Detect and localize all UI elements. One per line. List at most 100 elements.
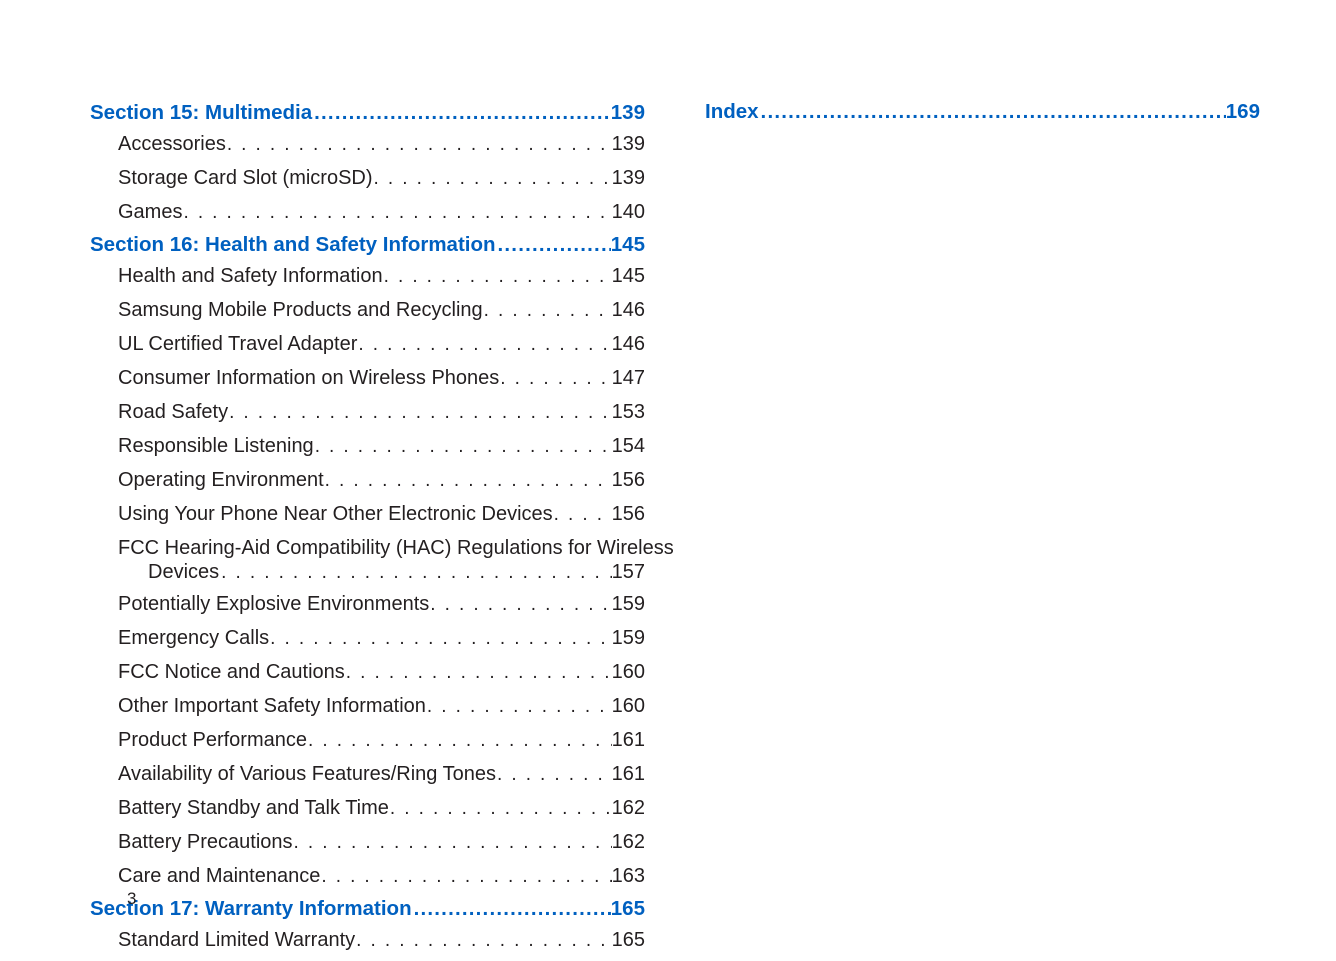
leader-dots: ........................................… — [496, 233, 611, 257]
section-page: 145 — [611, 233, 645, 257]
entry-page: 156 — [612, 501, 645, 528]
entry-page: 165 — [612, 927, 645, 954]
section-page: 139 — [611, 101, 645, 125]
entry-title-continuation: Devices — [148, 561, 221, 584]
leader-dots: . . . . . . . . . . . . . . . . . . . . … — [182, 200, 611, 226]
leader-dots: . . . . . . . . . . . . . . . . . . . . … — [496, 762, 612, 788]
toc-entry-accessories[interactable]: Accessories . . . . . . . . . . . . . . … — [118, 131, 645, 158]
index-heading[interactable]: Index ..................................… — [705, 100, 1260, 124]
toc-entry-ul-adapter[interactable]: UL Certified Travel Adapter . . . . . . … — [118, 331, 645, 358]
entry-title: Availability of Various Features/Ring To… — [118, 761, 496, 788]
entry-title: Storage Card Slot (microSD) — [118, 165, 373, 192]
entry-page: 159 — [612, 591, 645, 618]
leader-dots: . . . . . . . . . . . . . . . . . . . . … — [389, 796, 612, 822]
toc-entry-standard-warranty[interactable]: Standard Limited Warranty . . . . . . . … — [118, 927, 645, 954]
leader-dots: . . . . . . . . . . . . . . . . . . . . … — [221, 562, 611, 584]
leader-dots: . . . . . . . . . . . . . . . . . . . . … — [226, 132, 612, 158]
leader-dots: . . . . . . . . . . . . . . . . . . . . … — [345, 660, 612, 686]
entry-title: Emergency Calls — [118, 625, 269, 652]
entry-page: 140 — [612, 199, 645, 226]
toc-entry-explosive-env[interactable]: Potentially Explosive Environments . . .… — [118, 591, 645, 618]
leader-dots: . . . . . . . . . . . . . . . . . . . . … — [307, 728, 612, 754]
leader-dots: . . . . . . . . . . . . . . . . . . . . … — [324, 468, 612, 494]
entry-page: 162 — [612, 829, 645, 856]
toc-entry-fcc-notice[interactable]: FCC Notice and Cautions . . . . . . . . … — [118, 659, 645, 686]
entry-title: Standard Limited Warranty — [118, 927, 355, 954]
toc-entry-games[interactable]: Games . . . . . . . . . . . . . . . . . … — [118, 199, 645, 226]
leader-dots: . . . . . . . . . . . . . . . . . . . . … — [429, 592, 611, 618]
section-16-heading[interactable]: Section 16: Health and Safety Informatio… — [90, 233, 645, 257]
toc-entry-fcc-hac-cont[interactable]: Devices . . . . . . . . . . . . . . . . … — [148, 561, 645, 584]
index-title: Index — [705, 100, 761, 124]
leader-dots: . . . . . . . . . . . . . . . . . . . . … — [355, 928, 611, 954]
toc-entry-product-perf[interactable]: Product Performance . . . . . . . . . . … — [118, 727, 645, 754]
toc-entry-samsung-recycling[interactable]: Samsung Mobile Products and Recycling . … — [118, 297, 645, 324]
entry-title: Health and Safety Information — [118, 263, 383, 290]
toc-entry-consumer-wireless[interactable]: Consumer Information on Wireless Phones … — [118, 365, 645, 392]
leader-dots: . . . . . . . . . . . . . . . . . . . . … — [357, 332, 611, 358]
section-17-heading[interactable]: Section 17: Warranty Information .......… — [90, 897, 645, 921]
leader-dots: . . . . . . . . . . . . . . . . . . . . … — [426, 694, 612, 720]
leader-dots: . . . . . . . . . . . . . . . . . . . . … — [553, 502, 612, 528]
entry-page: 157 — [612, 561, 645, 584]
entry-page: 161 — [612, 727, 645, 754]
entry-page: 156 — [612, 467, 645, 494]
entry-title: Battery Precautions — [118, 829, 293, 856]
entry-title: Care and Maintenance — [118, 863, 320, 890]
leader-dots: ........................................… — [312, 101, 611, 125]
entry-page: 146 — [612, 331, 645, 358]
entry-title: Potentially Explosive Environments — [118, 591, 429, 618]
entry-title: Using Your Phone Near Other Electronic D… — [118, 501, 553, 528]
entry-page: 159 — [612, 625, 645, 652]
entry-title: FCC Hearing-Aid Compatibility (HAC) Regu… — [118, 535, 674, 562]
entry-title: UL Certified Travel Adapter — [118, 331, 357, 358]
toc-entry-emergency[interactable]: Emergency Calls . . . . . . . . . . . . … — [118, 625, 645, 652]
entry-title: Operating Environment — [118, 467, 324, 494]
entry-title: Games — [118, 199, 182, 226]
toc-entry-electronic-devices[interactable]: Using Your Phone Near Other Electronic D… — [118, 501, 645, 528]
toc-right-column: Index ..................................… — [705, 100, 1260, 961]
leader-dots: . . . . . . . . . . . . . . . . . . . . … — [483, 298, 612, 324]
section-title: Section 16: Health and Safety Informatio… — [90, 233, 496, 257]
toc-entry-other-safety[interactable]: Other Important Safety Information . . .… — [118, 693, 645, 720]
entry-page: 139 — [612, 165, 645, 192]
toc-entry-battery-standby[interactable]: Battery Standby and Talk Time . . . . . … — [118, 795, 645, 822]
toc-entry-battery-precautions[interactable]: Battery Precautions . . . . . . . . . . … — [118, 829, 645, 856]
section-title: Section 15: Multimedia — [90, 101, 312, 125]
section-page: 165 — [611, 897, 645, 921]
entry-page: 154 — [612, 433, 645, 460]
toc-entry-operating-env[interactable]: Operating Environment . . . . . . . . . … — [118, 467, 645, 494]
page-number-footer: 3 — [127, 889, 136, 909]
section-15-heading[interactable]: Section 15: Multimedia .................… — [90, 101, 645, 125]
entry-page: 146 — [612, 297, 645, 324]
entry-title: Road Safety — [118, 399, 228, 426]
toc-entry-storage[interactable]: Storage Card Slot (microSD) . . . . . . … — [118, 165, 645, 192]
leader-dots: . . . . . . . . . . . . . . . . . . . . … — [320, 864, 611, 890]
toc-entry-road-safety[interactable]: Road Safety . . . . . . . . . . . . . . … — [118, 399, 645, 426]
toc-entry-health-info[interactable]: Health and Safety Information . . . . . … — [118, 263, 645, 290]
toc-entry-fcc-hac[interactable]: FCC Hearing-Aid Compatibility (HAC) Regu… — [118, 535, 645, 562]
entry-title: FCC Notice and Cautions — [118, 659, 345, 686]
toc-entry-responsible-listening[interactable]: Responsible Listening . . . . . . . . . … — [118, 433, 645, 460]
entry-page: 160 — [612, 659, 645, 686]
leader-dots: . . . . . . . . . . . . . . . . . . . . … — [228, 400, 612, 426]
entry-page: 162 — [612, 795, 645, 822]
leader-dots: . . . . . . . . . . . . . . . . . . . . … — [383, 264, 612, 290]
entry-page: 147 — [612, 365, 645, 392]
entry-title: Responsible Listening — [118, 433, 314, 460]
toc-entry-care-maintenance[interactable]: Care and Maintenance . . . . . . . . . .… — [118, 863, 645, 890]
entry-title: Samsung Mobile Products and Recycling — [118, 297, 483, 324]
entry-page: 145 — [612, 263, 645, 290]
leader-dots: ........................................… — [761, 100, 1226, 124]
toc-entry-ring-tones[interactable]: Availability of Various Features/Ring To… — [118, 761, 645, 788]
leader-dots: . . . . . . . . . . . . . . . . . . . . … — [293, 830, 612, 856]
entry-title: Consumer Information on Wireless Phones — [118, 365, 499, 392]
entry-title: Product Performance — [118, 727, 307, 754]
entry-title: Accessories — [118, 131, 226, 158]
leader-dots: ........................................… — [412, 897, 611, 921]
leader-dots: . . . . . . . . . . . . . . . . . . . . … — [269, 626, 611, 652]
leader-dots: . . . . . . . . . . . . . . . . . . . . … — [314, 434, 612, 460]
entry-page: 160 — [612, 693, 645, 720]
section-title: Section 17: Warranty Information — [90, 897, 412, 921]
entry-page: 163 — [612, 863, 645, 890]
